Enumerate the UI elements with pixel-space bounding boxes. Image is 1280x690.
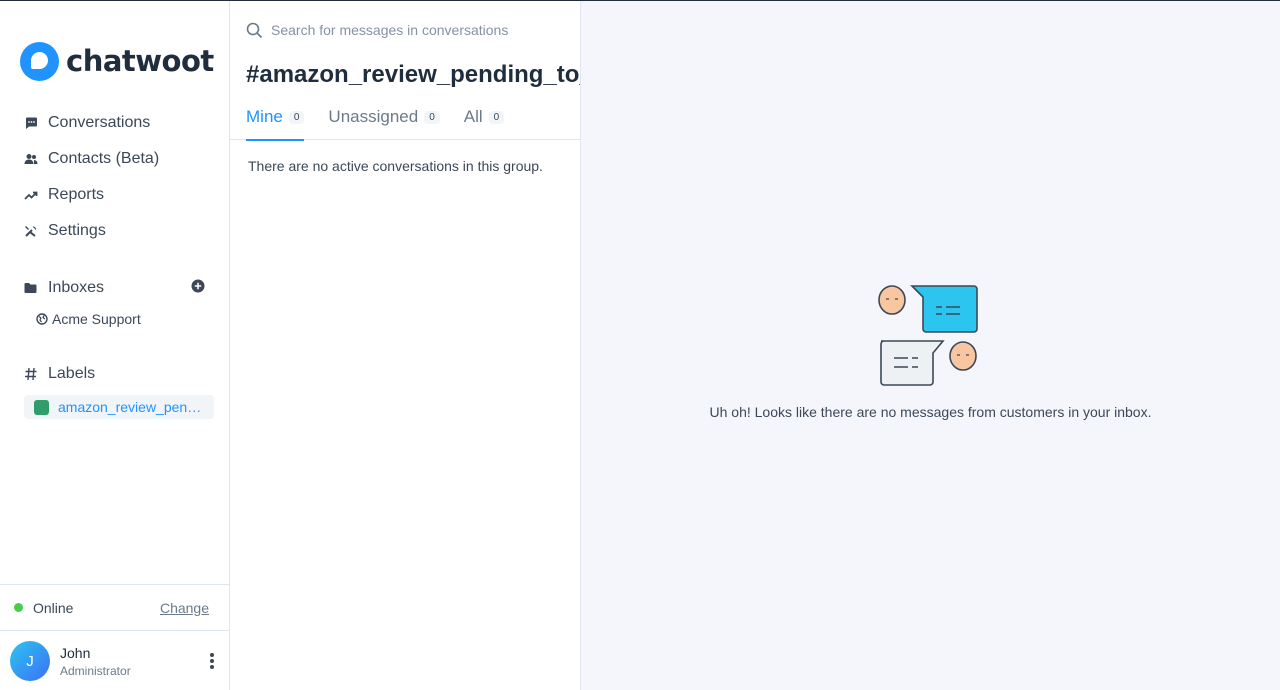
nav-item-contacts[interactable]: Contacts (Beta) — [0, 141, 229, 177]
user-profile[interactable]: J John Administrator — [0, 632, 229, 690]
globe-icon — [36, 313, 48, 325]
inboxes-heading: Inboxes — [48, 279, 105, 296]
more-options-icon[interactable] — [209, 653, 215, 669]
tab-label: All — [463, 107, 483, 126]
inboxes-section: Inboxes Acme Support — [0, 273, 229, 333]
add-inbox-icon[interactable] — [191, 279, 205, 298]
tab-count-badge: 0 — [288, 111, 305, 124]
conversation-list-panel: #amazon_review_pending_to_be_sent Mine 0… — [230, 1, 581, 690]
hash-icon — [24, 367, 38, 381]
nav-item-label: Conversations — [48, 114, 151, 131]
status-label: Online — [33, 599, 74, 616]
people-icon — [24, 152, 38, 166]
chat-icon — [24, 116, 38, 130]
nav-item-label: Reports — [48, 186, 105, 203]
trend-icon — [24, 188, 38, 202]
search-input[interactable] — [271, 22, 571, 38]
labels-heading: Labels — [48, 365, 96, 382]
labels-section: Labels amazon_review_pending_to_be_sent — [0, 359, 229, 419]
labels-header: Labels — [0, 359, 229, 389]
app: chatwoot Conversations Contacts (Beta) R… — [0, 1, 1280, 690]
tab-label: Unassigned — [328, 107, 419, 126]
tab-unassigned[interactable]: Unassigned 0 — [328, 105, 440, 140]
tab-mine[interactable]: Mine 0 — [246, 105, 305, 141]
empty-conversations-message: There are no active conversations in thi… — [248, 158, 543, 174]
conversation-tabs: Mine 0 Unassigned 0 All 0 — [230, 105, 580, 141]
avatar[interactable]: J — [10, 641, 50, 681]
conversation-view: Uh oh! Looks like there are no messages … — [581, 1, 1280, 690]
tab-count-badge: 0 — [488, 111, 505, 124]
nav-item-reports[interactable]: Reports — [0, 177, 229, 213]
inbox-item-acme-support[interactable]: Acme Support — [0, 305, 229, 333]
brand-name: chatwoot — [66, 44, 214, 78]
page-title: #amazon_review_pending_to_be_sent — [246, 61, 580, 88]
sidebar: chatwoot Conversations Contacts (Beta) R… — [0, 1, 230, 690]
chatwoot-logo-icon — [20, 41, 59, 81]
brand-logo[interactable]: chatwoot — [0, 1, 229, 89]
profile-role: Administrator — [60, 663, 131, 678]
folder-icon — [24, 282, 38, 294]
tools-icon — [24, 224, 38, 238]
search-icon — [246, 22, 263, 39]
chat-bubbles-illustration-icon — [878, 283, 982, 389]
tab-all[interactable]: All 0 — [463, 105, 505, 140]
change-status-link[interactable]: Change — [160, 600, 209, 616]
nav-item-label: Settings — [48, 222, 106, 239]
availability-status: Online Change — [0, 584, 229, 631]
primary-nav: Conversations Contacts (Beta) Reports Se… — [0, 105, 229, 249]
inboxes-header: Inboxes — [0, 273, 229, 303]
search-bar — [230, 1, 580, 41]
tab-count-badge: 0 — [424, 111, 440, 124]
label-color-swatch — [34, 399, 49, 415]
nav-item-label: Contacts (Beta) — [48, 150, 160, 167]
nav-item-conversations[interactable]: Conversations — [0, 105, 229, 141]
profile-name: John — [60, 644, 91, 661]
inbox-item-label: Acme Support — [52, 311, 141, 327]
empty-inbox-message: Uh oh! Looks like there are no messages … — [709, 404, 1152, 420]
tab-label: Mine — [246, 107, 283, 126]
label-item-text: amazon_review_pending_to_be_sent — [58, 399, 206, 415]
online-status-dot-icon — [14, 603, 23, 612]
label-item-amazon-review[interactable]: amazon_review_pending_to_be_sent — [24, 395, 214, 419]
nav-item-settings[interactable]: Settings — [0, 213, 229, 249]
